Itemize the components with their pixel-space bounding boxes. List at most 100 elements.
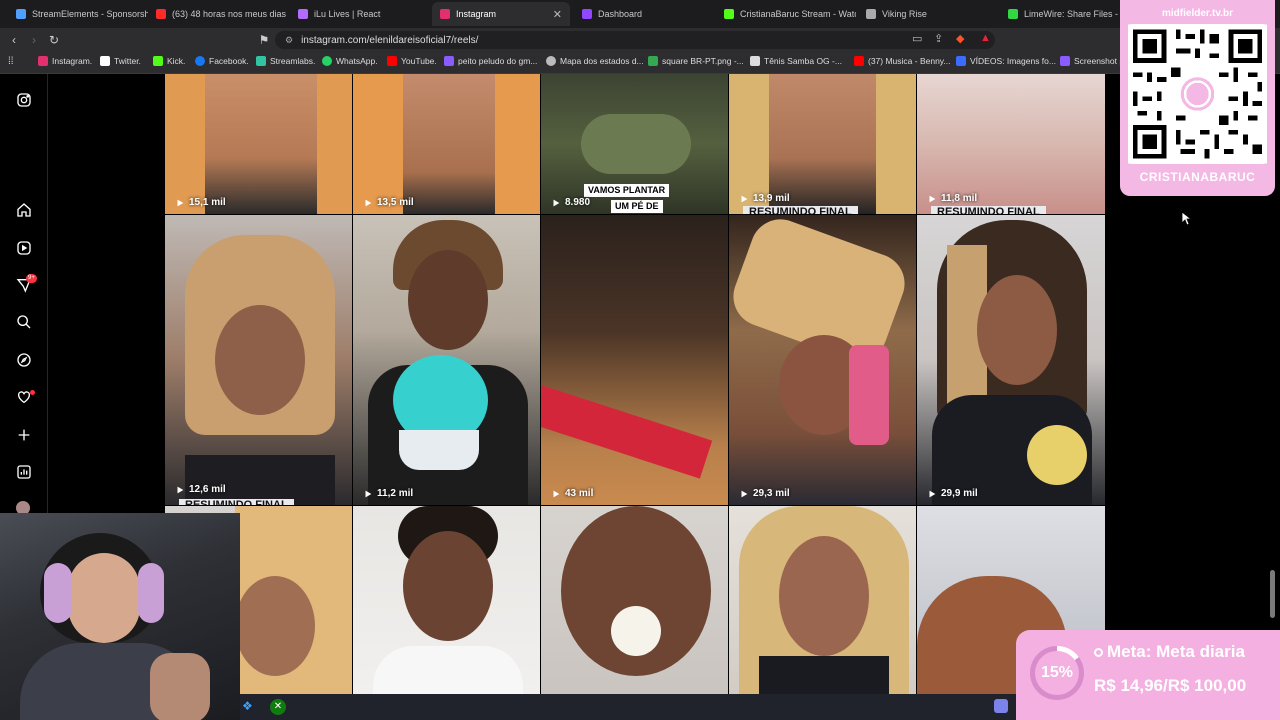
view-count: 11,2 mil <box>363 488 413 499</box>
reel-tile[interactable]: RESUMINDO FINAL 11,8 mil <box>917 74 1105 214</box>
view-count: 8.980 <box>551 197 590 208</box>
reel-tile[interactable] <box>729 506 916 696</box>
streamelements-icon <box>16 9 26 19</box>
view-count: 11,8 mil <box>927 193 977 204</box>
view-count: 29,9 mil <box>927 488 978 499</box>
reel-tile[interactable] <box>541 506 728 696</box>
reel-tile[interactable] <box>353 506 540 696</box>
page-scrollbar[interactable] <box>1270 570 1275 618</box>
goal-title: Meta: Meta diaria <box>1094 642 1245 662</box>
bookmark-instagram[interactable]: Instagram. <box>38 56 92 66</box>
search-icon[interactable] <box>16 314 32 330</box>
bookmark-musica[interactable]: (37) Musica - Benny... <box>854 56 951 66</box>
goal-amount: R$ 14,96/R$ 100,00 <box>1094 676 1247 695</box>
tab-ilu-lives[interactable]: iLu Lives | React <box>290 2 430 26</box>
teams-icon[interactable] <box>994 699 1008 713</box>
qr-site-label: midfielder.tv.br <box>1162 8 1233 19</box>
whatsapp-icon <box>322 56 332 66</box>
cast-icon[interactable]: ▭ <box>912 32 922 45</box>
reel-caption: VAMOS PLANTAR <box>584 184 670 197</box>
reel-tile[interactable]: RESUMINDO FINAL 12,6 mil <box>165 215 352 505</box>
bookmark-facebook[interactable]: Facebook. <box>195 56 249 66</box>
instagram-logo-icon[interactable] <box>16 92 32 108</box>
bookmark-gm[interactable]: peito peludo do gm... <box>444 56 537 66</box>
youtube-icon <box>854 56 864 66</box>
kick-icon <box>153 56 163 66</box>
instagram-icon <box>38 56 48 66</box>
bookmark-videos[interactable]: VÍDEOS: Imagens fo... <box>956 56 1056 66</box>
bookmarks-bar: ⁞⁞ Instagram. Twitter. Kick. Facebook. S… <box>0 52 1280 74</box>
globe-icon <box>546 56 556 66</box>
reel-tile[interactable]: 13,5 mil <box>353 74 540 214</box>
brave-shield-icon[interactable]: ◆ <box>956 32 964 45</box>
bookmark-streamlabs[interactable]: Streamlabs. <box>256 56 315 66</box>
reel-tile[interactable]: RESUMINDO FINAL 13,9 mil <box>729 74 916 214</box>
tab-instagram[interactable]: Instagram ✕ <box>432 2 570 26</box>
back-icon[interactable]: ‹ <box>6 32 22 48</box>
reel-tile[interactable]: 29,3 mil <box>729 215 916 505</box>
create-icon[interactable] <box>16 427 32 443</box>
tab-kick-stream[interactable]: CristianaBaruc Stream - Watch <box>716 2 856 26</box>
mouse-cursor-icon <box>1181 211 1193 226</box>
reload-icon[interactable]: ↻ <box>46 32 62 48</box>
bookmark-youtube[interactable]: YouTube. <box>387 56 437 66</box>
limewire-icon <box>1008 9 1018 19</box>
browser-tab-strip: StreamElements - Sponsorship (63) 48 hor… <box>0 0 1280 28</box>
bookmark-icon[interactable]: ⚑ <box>256 32 272 48</box>
url-field[interactable]: ⚙ instagram.com/elenildareisoficial7/ree… <box>275 31 995 49</box>
explore-icon[interactable] <box>16 352 32 368</box>
streamlabs-icon <box>256 56 266 66</box>
view-count: 13,9 mil <box>739 193 790 204</box>
bookmark-square[interactable]: square BR-PT.png -... <box>648 56 744 66</box>
bookmark-kick[interactable]: Kick. <box>153 56 185 66</box>
reels-icon[interactable] <box>16 240 32 256</box>
bookmark-mapa[interactable]: Mapa dos estados d... <box>546 56 644 66</box>
drive-icon <box>648 56 658 66</box>
address-bar: ‹ › ↻ ⚑ ⚙ instagram.com/elenildareisofic… <box>0 28 1280 52</box>
reel-caption: RESUMINDO FINAL <box>931 206 1046 214</box>
tab-viking-rise[interactable]: Viking Rise <box>858 2 998 26</box>
goal-percent: 15% <box>1035 651 1079 695</box>
share-icon[interactable]: ⇪ <box>934 32 943 45</box>
reels-grid: 15,1 mil 13,5 mil VAMOS PLANTAR UM PÉ DE… <box>165 74 1105 696</box>
viking-rise-icon <box>866 9 876 19</box>
brave-rewards-icon[interactable]: ▲ <box>980 32 991 44</box>
qr-code <box>1128 24 1267 164</box>
reel-tile[interactable]: 29,9 mil <box>917 215 1105 505</box>
facebook-icon <box>195 56 205 66</box>
bookmark-twitter[interactable]: Twitter. <box>100 56 141 66</box>
tab-limewire[interactable]: LimeWire: Share Files - Secu <box>1000 2 1125 26</box>
goal-dot-icon <box>1094 647 1103 657</box>
bookmark-tenis[interactable]: Tênis Samba OG -... <box>750 56 842 66</box>
activity-dot <box>30 390 35 395</box>
tab-streamelements[interactable]: StreamElements - Sponsorship <box>8 2 148 26</box>
tab-dashboard[interactable]: Dashboard <box>574 2 714 26</box>
view-count: 13,5 mil <box>363 197 414 208</box>
pen-icon <box>444 56 454 66</box>
youtube-icon <box>387 56 397 66</box>
reel-tile[interactable]: 11,2 mil <box>353 215 540 505</box>
bookmark-screenshot[interactable]: Screenshot p <box>1060 56 1124 66</box>
reel-tile[interactable]: VAMOS PLANTAR UM PÉ DE 8.980 <box>541 74 728 214</box>
reel-caption: RESUMINDO FINAL <box>179 499 294 505</box>
reel-tile[interactable]: 43 mil <box>541 215 728 505</box>
site-info-icon[interactable]: ⚙ <box>285 35 293 46</box>
twitch-icon <box>582 9 592 19</box>
tab-youtube[interactable]: (63) 48 horas nos meus dias de <box>148 2 286 26</box>
ilu-icon <box>298 9 308 19</box>
apps-grid-icon[interactable]: ⁞⁞ <box>8 56 14 67</box>
view-count: 43 mil <box>551 488 593 499</box>
goal-overlay: 15% Meta: Meta diaria R$ 14,96/R$ 100,00 <box>1016 630 1280 720</box>
app-icon[interactable]: ❖ <box>242 699 258 715</box>
home-icon[interactable] <box>16 202 32 218</box>
forward-icon[interactable]: › <box>26 32 42 48</box>
qr-channel-name: CRISTIANABARUC <box>1139 170 1256 184</box>
reel-tile[interactable]: 15,1 mil <box>165 74 352 214</box>
adidas-icon <box>750 56 760 66</box>
url-text: instagram.com/elenildareisoficial7/reels… <box>301 34 479 46</box>
close-tab-icon[interactable]: ✕ <box>553 8 562 21</box>
dashboard-icon[interactable] <box>16 464 32 480</box>
xbox-icon[interactable]: ✕ <box>270 699 286 715</box>
bookmark-whatsapp[interactable]: WhatsApp. <box>322 56 378 66</box>
instagram-icon <box>440 9 450 19</box>
